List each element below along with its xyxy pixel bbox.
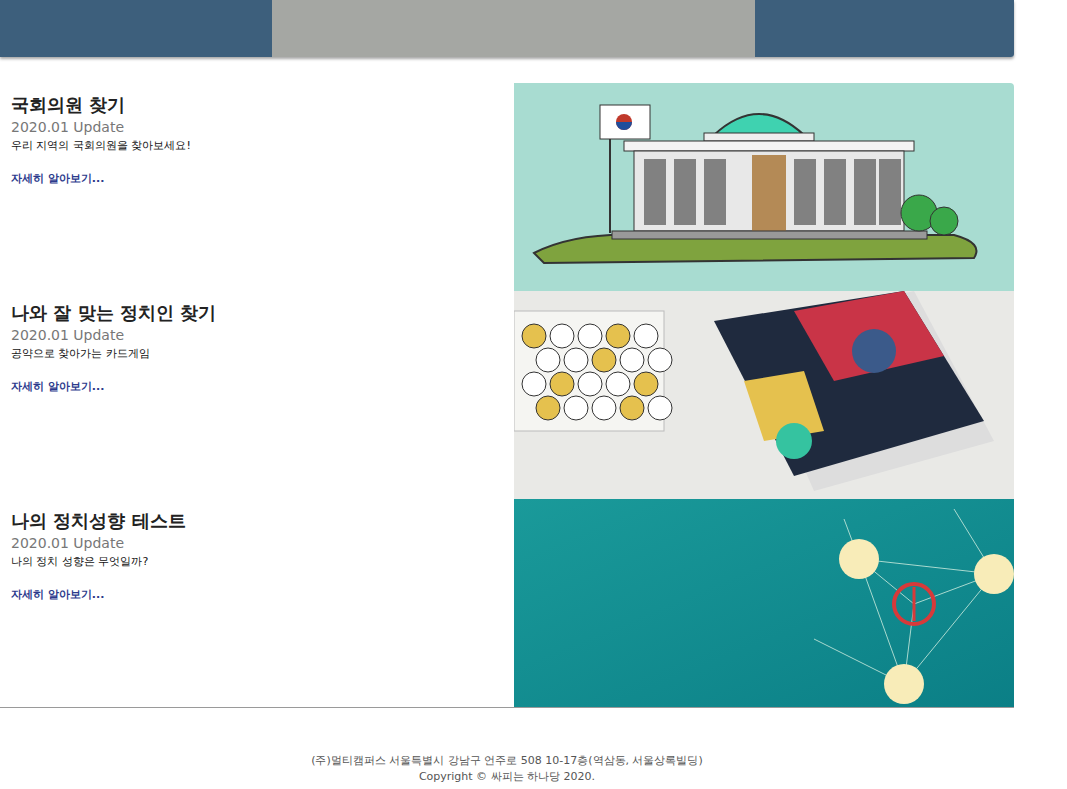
header-banner [0, 0, 1014, 57]
feature-title: 국회의원 찾기 [11, 93, 503, 117]
feature-title: 나의 정치성향 테스트 [11, 509, 503, 533]
page: 국회의원 찾기2020.01 Update우리 지역의 국회의원을 찾아보세요!… [0, 0, 1014, 789]
footer: (주)멀티캠퍼스 서울특별시 강남구 언주로 508 10-17층(역삼동, 서… [0, 708, 1014, 789]
feature-description: 나의 정치 성향은 무엇일까? [11, 553, 503, 571]
feature-description: 공약으로 찾아가는 카드게임 [11, 345, 503, 363]
footer-copyright: Copyright © 싸피는 하나당 2020. [419, 769, 595, 785]
feature-row: 나와 잘 맞는 정치인 찾기2020.01 Update공약으로 찾아가는 카드… [0, 291, 1014, 499]
assembly-illustration [514, 83, 1014, 291]
feature-image [514, 291, 1014, 499]
feature-description: 우리 지역의 국회의원을 찾아보세요! [11, 137, 503, 155]
feature-updated: 2020.01 Update [11, 533, 503, 553]
feature-image [514, 499, 1014, 707]
feature-row: 나의 정치성향 테스트2020.01 Update나의 정치 성향은 무엇일까?… [0, 499, 1014, 707]
footer-address: (주)멀티캠퍼스 서울특별시 강남구 언주로 508 10-17층(역삼동, 서… [311, 753, 703, 769]
feature-updated: 2020.01 Update [11, 117, 503, 137]
feature-row: 국회의원 찾기2020.01 Update우리 지역의 국회의원을 찾아보세요!… [0, 83, 1014, 291]
feature-image [514, 83, 1014, 291]
more-link[interactable]: 자세히 알아보기... [11, 379, 503, 394]
feature-list: 국회의원 찾기2020.01 Update우리 지역의 국회의원을 찾아보세요!… [0, 83, 1014, 708]
more-link[interactable]: 자세히 알아보기... [11, 171, 503, 186]
network-illustration [514, 499, 1014, 707]
feature-title: 나와 잘 맞는 정치인 찾기 [11, 301, 503, 325]
cards-illustration [514, 291, 1014, 499]
feature-updated: 2020.01 Update [11, 325, 503, 345]
more-link[interactable]: 자세히 알아보기... [11, 587, 503, 602]
